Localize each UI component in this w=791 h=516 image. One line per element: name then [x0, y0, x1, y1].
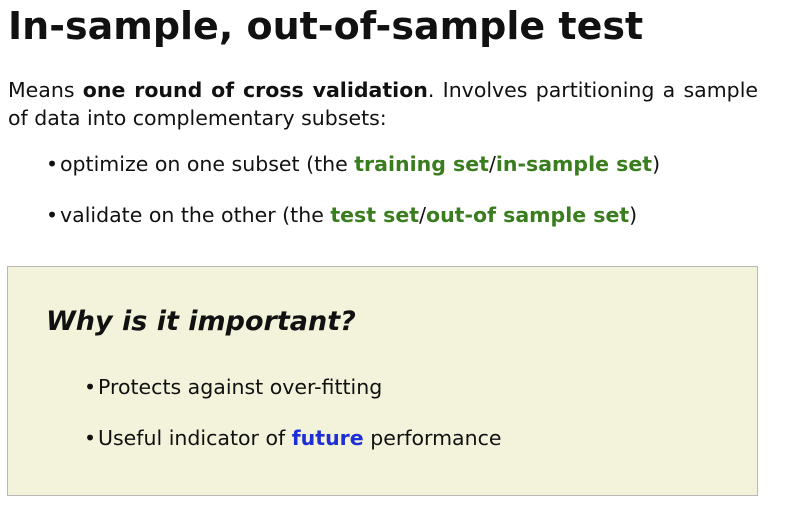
bullet-text: optimize on one subset (the	[60, 152, 355, 176]
bullet-text: Protects against over-fitting	[98, 375, 383, 399]
bullet-dot: •	[84, 375, 97, 399]
list-item: •Protects against over-fitting	[84, 373, 382, 401]
list-item: •Useful indicator of future performance	[84, 424, 501, 452]
list-item: •validate on the other (the test set/out…	[46, 201, 637, 229]
callout-heading: Why is it important?	[46, 306, 356, 337]
term-separator: /	[488, 152, 496, 176]
page-title: In-sample, out-of-sample test	[8, 4, 644, 48]
bullet-text: Useful indicator of	[98, 426, 292, 450]
bullet-dot: •	[46, 152, 59, 176]
term-separator: /	[419, 203, 426, 227]
list-item: •optimize on one subset (the training se…	[46, 150, 660, 178]
bullet-text-end: )	[652, 152, 661, 176]
bullet-text-end: performance	[363, 426, 502, 450]
bullet-text-end: )	[629, 203, 638, 227]
intro-prefix: Means	[8, 78, 83, 102]
bullet-dot: •	[84, 426, 97, 450]
term-training-set: training set	[354, 152, 489, 176]
bullet-dot: •	[46, 203, 59, 227]
intro-bold-phrase: one round of cross validation	[82, 78, 428, 102]
intro-paragraph: Means one round of cross validation. Inv…	[8, 76, 758, 132]
term-out-of-sample-set: out-of sample set	[426, 203, 630, 227]
term-in-sample-set: in-sample set	[495, 152, 653, 176]
term-test-set: test set	[330, 203, 420, 227]
bullet-text: validate on the other (the	[60, 203, 331, 227]
importance-callout-box: Why is it important? •Protects against o…	[7, 266, 758, 496]
highlight-future: future	[291, 426, 364, 450]
